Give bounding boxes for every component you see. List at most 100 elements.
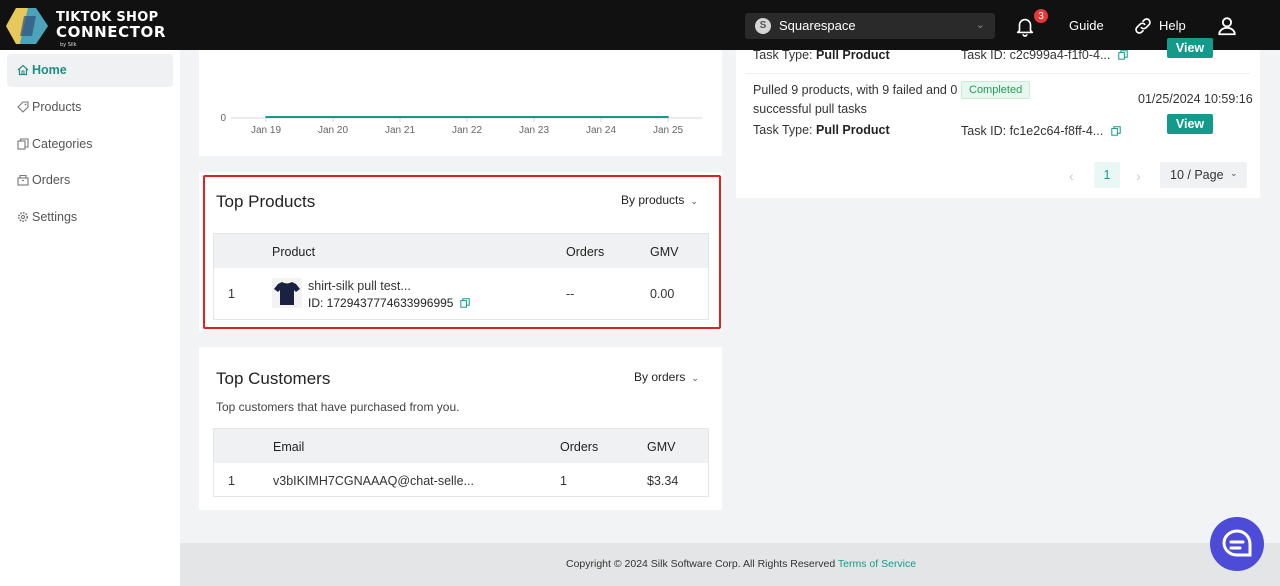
- terms-of-service-link[interactable]: Terms of Service: [838, 558, 916, 570]
- table-header: Product Orders GMV: [214, 234, 708, 268]
- top-products-title: Top Products: [216, 192, 316, 211]
- task-type-value: Pull Product: [816, 48, 890, 62]
- prev-page-icon[interactable]: ‹: [1069, 168, 1074, 184]
- link-icon: [1135, 18, 1151, 34]
- store-name: Squarespace: [779, 18, 856, 33]
- view-button[interactable]: View: [1167, 114, 1213, 134]
- sidebar-item-settings[interactable]: Settings: [7, 201, 173, 234]
- task-type-value: Pull Product: [816, 123, 890, 137]
- store-avatar: S: [755, 18, 771, 34]
- task-id-text: Task ID: fc1e2c64-f8ff-4...: [961, 124, 1104, 138]
- top-products-table: Product Orders GMV 1 shirt-silk pull tes…: [213, 233, 709, 320]
- sidebar-item-home[interactable]: Home: [7, 54, 173, 87]
- logo-text: TIKTOK SHOP CONNECTOR by Silk: [56, 10, 167, 48]
- data-point[interactable]: [332, 116, 334, 118]
- tag-icon: [17, 101, 29, 113]
- sidebar-item-products[interactable]: Products: [7, 91, 173, 124]
- chevron-down-icon: ⌄: [690, 196, 698, 206]
- footer-text: Copyright © 2024 Silk Software Corp. All…: [566, 558, 916, 570]
- app-logo[interactable]: TIKTOK SHOP CONNECTOR by Silk: [6, 6, 165, 48]
- copy-icon: [17, 138, 29, 150]
- copy-icon[interactable]: [460, 298, 470, 308]
- row-rank: 1: [228, 287, 235, 301]
- column-header-orders: Orders: [560, 440, 599, 454]
- column-header-orders: Orders: [566, 245, 605, 259]
- sidebar-item-orders[interactable]: Orders: [7, 164, 173, 197]
- copy-icon[interactable]: [1110, 126, 1121, 136]
- x-tick-label: Jan 21: [385, 125, 415, 136]
- gear-icon: [18, 212, 28, 222]
- y-tick-label: 0: [220, 113, 226, 124]
- sidebar-item-label: Orders: [32, 173, 71, 187]
- user-icon[interactable]: [1216, 15, 1238, 37]
- logo-hex-icon: [6, 8, 48, 44]
- product-name[interactable]: shirt-silk pull test...: [308, 279, 411, 293]
- chevron-down-icon: ⌄: [1230, 168, 1238, 178]
- status-badge: Completed: [961, 81, 1031, 99]
- copyright-text: Copyright © 2024 Silk Software Corp. All…: [566, 558, 838, 570]
- customer-gmv: $3.34: [647, 474, 679, 488]
- task-description-line-1: Pulled 9 products, with 9 failed and 0: [753, 83, 958, 97]
- table-row: 1 v3bIKIMH7CGNAAAQ@chat-selle... 1 $3.34: [214, 463, 708, 497]
- page-size-label: 10 / Page: [1170, 168, 1224, 182]
- x-tick-label: Jan 24: [586, 125, 616, 136]
- top-products-card: Top Products By products ⌄ Product Orders…: [199, 172, 722, 331]
- customer-email: v3bIKIMH7CGNAAAQ@chat-selle...: [273, 474, 474, 488]
- data-point[interactable]: [533, 116, 535, 118]
- chevron-down-icon: ⌄: [691, 373, 699, 383]
- sidebar-item-categories[interactable]: Categories: [7, 128, 173, 161]
- product-orders: --: [566, 287, 575, 301]
- page-size-select[interactable]: 10 / Page ⌄: [1160, 162, 1247, 188]
- task-type-label: Task Type:: [753, 48, 816, 62]
- help-label: Help: [1159, 18, 1186, 33]
- data-point[interactable]: [466, 116, 468, 118]
- x-tick-label: Jan 25: [653, 125, 683, 136]
- top-customers-card: Top Customers By orders ⌄ Top customers t…: [199, 347, 722, 510]
- copy-icon[interactable]: [1118, 50, 1128, 60]
- tasks-card: Task Type: Pull Product Task ID: c2c999a…: [736, 38, 1260, 198]
- next-page-icon[interactable]: ›: [1136, 168, 1141, 184]
- sales-chart-card: 0 Jan 19 Jan 20 Jan 21 Jan 22 Jan 23 Jan 24 Jan…: [199, 50, 722, 156]
- store-select[interactable]: S Squarespace ⌄: [745, 13, 995, 39]
- box-icon: [17, 174, 29, 186]
- task-type: Task Type: Pull Product: [753, 48, 890, 62]
- x-tick-label: Jan 20: [318, 125, 348, 136]
- logo-line-2: CONNECTOR: [56, 23, 167, 41]
- product-id-text: ID: 1729437774633996995: [308, 296, 454, 310]
- customer-orders: 1: [560, 474, 567, 488]
- view-button[interactable]: View: [1167, 38, 1213, 58]
- product-id: ID: 1729437774633996995: [308, 296, 470, 310]
- data-point[interactable]: [667, 116, 669, 118]
- chat-button[interactable]: [1210, 517, 1264, 571]
- top-customers-sort-select[interactable]: By orders ⌄: [634, 370, 699, 384]
- task-description-line-2: successful pull tasks: [753, 102, 867, 116]
- product-gmv: 0.00: [650, 287, 675, 301]
- sort-label: By products: [621, 193, 685, 207]
- page-number[interactable]: 1: [1094, 162, 1120, 188]
- data-point[interactable]: [265, 116, 267, 118]
- guide-link[interactable]: Guide: [1069, 18, 1104, 33]
- x-tick-label: Jan 23: [519, 125, 549, 136]
- sidebar-item-label: Home: [32, 63, 67, 77]
- notification-badge: 3: [1033, 8, 1049, 24]
- logo-by: by Silk: [60, 42, 77, 48]
- table-row: 1 shirt-silk pull test... ID: 1729437774…: [214, 268, 708, 320]
- home-icon: [17, 64, 29, 76]
- sidebar-item-label: Products: [32, 100, 82, 114]
- task-id-text: Task ID: c2c999a4-f1f0-4...: [961, 48, 1111, 62]
- data-point[interactable]: [399, 116, 401, 118]
- x-tick-label: Jan 19: [251, 125, 281, 136]
- sales-chart: 0 Jan 19 Jan 20 Jan 21 Jan 22 Jan 23 Jan 24 Jan…: [220, 113, 702, 136]
- top-products-sort-select[interactable]: By products ⌄: [621, 193, 698, 207]
- column-header-gmv: GMV: [647, 440, 676, 454]
- column-header-email: Email: [273, 440, 305, 454]
- column-header-gmv: GMV: [650, 245, 679, 259]
- data-point[interactable]: [600, 116, 602, 118]
- table-header: Email Orders GMV: [214, 429, 708, 463]
- product-thumbnail[interactable]: [272, 278, 302, 308]
- task-id: Task ID: c2c999a4-f1f0-4...: [961, 48, 1128, 62]
- sidebar-item-label: Settings: [32, 210, 78, 224]
- row-rank: 1: [228, 474, 235, 488]
- sort-label: By orders: [634, 370, 686, 384]
- chevron-down-icon: ⌄: [975, 19, 985, 31]
